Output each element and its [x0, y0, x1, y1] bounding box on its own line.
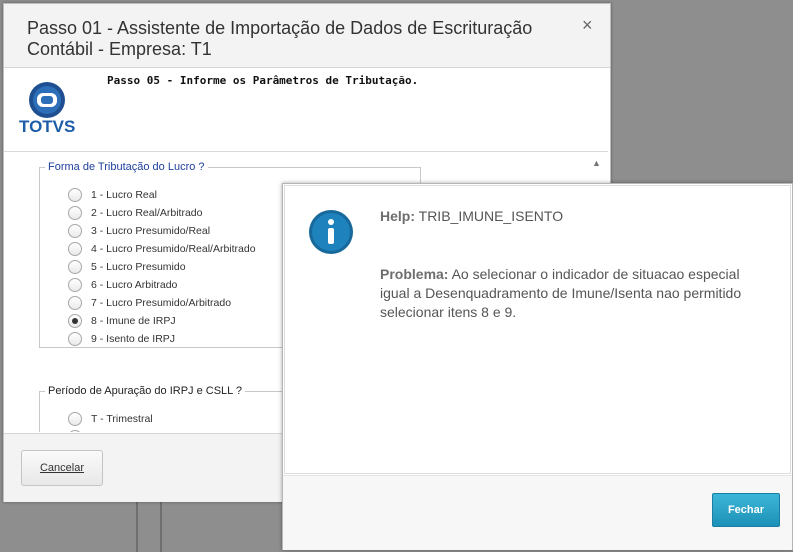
periodo-apuracao-legend: Período de Apuração do IRPJ e CSLL ?: [48, 385, 243, 397]
radio-label: 8 - Imune de IRPJ: [91, 315, 176, 327]
radio-unchecked-icon[interactable]: [68, 278, 82, 292]
radio-label: 1 - Lucro Real: [91, 189, 157, 201]
radio-option[interactable]: 4 - Lucro Presumido/Real/Arbitrado: [68, 240, 256, 258]
wizard-header: Passo 01 - Assistente de Importação de D…: [4, 4, 610, 68]
radio-unchecked-icon[interactable]: [68, 224, 82, 238]
radio-label: 3 - Lucro Presumido/Real: [91, 225, 211, 237]
step-title: Passo 05 - Informe os Parâmetros de Trib…: [107, 74, 419, 87]
help-body: Help: TRIB_IMUNE_ISENTO Problema: Ao sel…: [284, 185, 791, 474]
radio-option[interactable]: 7 - Lucro Presumido/Arbitrado: [68, 294, 231, 312]
radio-unchecked-icon[interactable]: [68, 296, 82, 310]
radio-option[interactable]: 1 - Lucro Real: [68, 186, 157, 204]
wizard-title: Passo 01 - Assistente de Importação de D…: [27, 18, 533, 59]
radio-label: 7 - Lucro Presumido/Arbitrado: [91, 297, 232, 309]
radio-unchecked-icon[interactable]: [68, 430, 82, 432]
close-icon[interactable]: ×: [582, 16, 593, 34]
radio-label: 6 - Lucro Arbitrado: [91, 279, 178, 291]
radio-option[interactable]: 3 - Lucro Presumido/Real: [68, 222, 210, 240]
radio-unchecked-icon[interactable]: [68, 412, 82, 426]
background-line: [136, 500, 138, 552]
radio-label: 9 - Isento de IRPJ: [91, 333, 176, 345]
help-footer: Fechar: [283, 475, 792, 550]
fechar-button[interactable]: Fechar: [712, 493, 780, 527]
info-icon: [309, 210, 353, 254]
problem-label: Problema:: [380, 266, 449, 282]
radio-option[interactable]: T - Trimestral: [68, 410, 153, 428]
help-title: Help: TRIB_IMUNE_ISENTO: [380, 208, 563, 224]
radio-label: 2 - Lucro Real/Arbitrado: [91, 207, 203, 219]
help-dialog: Help: TRIB_IMUNE_ISENTO Problema: Ao sel…: [282, 183, 793, 550]
radio-option[interactable]: A - Anual: [68, 428, 133, 432]
radio-label: T - Trimestral: [91, 413, 153, 425]
radio-label: 4 - Lucro Presumido/Real/Arbitrado: [91, 243, 256, 255]
scroll-up-icon[interactable]: ▲: [592, 158, 601, 168]
radio-unchecked-icon[interactable]: [68, 260, 82, 274]
cancel-button[interactable]: Cancelar: [21, 450, 103, 486]
help-title-value: TRIB_IMUNE_ISENTO: [418, 208, 564, 224]
radio-unchecked-icon[interactable]: [68, 242, 82, 256]
radio-unchecked-icon[interactable]: [68, 332, 82, 346]
radio-option[interactable]: 9 - Isento de IRPJ: [68, 330, 175, 348]
radio-option[interactable]: 5 - Lucro Presumido: [68, 258, 186, 276]
help-title-label: Help:: [380, 208, 415, 224]
radio-checked-icon[interactable]: [68, 314, 82, 328]
background-line: [160, 500, 162, 552]
forma-tributacao-legend: Forma de Tributação do Lucro ?: [48, 161, 205, 173]
radio-label: A - Anual: [91, 431, 133, 432]
radio-option[interactable]: 2 - Lucro Real/Arbitrado: [68, 204, 202, 222]
radio-option[interactable]: 6 - Lucro Arbitrado: [68, 276, 177, 294]
radio-unchecked-icon[interactable]: [68, 188, 82, 202]
radio-unchecked-icon[interactable]: [68, 206, 82, 220]
help-problem: Problema: Ao selecionar o indicador de s…: [380, 265, 760, 322]
radio-label: 5 - Lucro Presumido: [91, 261, 186, 273]
logo-text: TOTVS: [19, 117, 76, 136]
radio-option[interactable]: 8 - Imune de IRPJ: [68, 312, 176, 330]
